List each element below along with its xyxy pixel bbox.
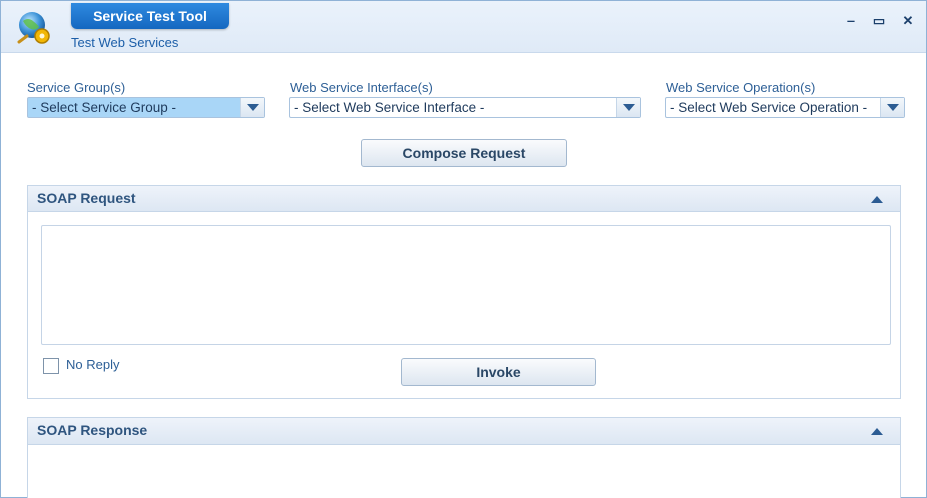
soap-request-title: SOAP Request bbox=[37, 190, 136, 206]
interface-select[interactable]: - Select Web Service Interface - bbox=[289, 97, 641, 118]
collapse-up-icon[interactable] bbox=[871, 428, 883, 435]
app-title: Service Test Tool bbox=[71, 3, 229, 29]
invoke-button[interactable]: Invoke bbox=[401, 358, 596, 386]
operation-label: Web Service Operation(s) bbox=[666, 80, 816, 95]
chevron-down-icon[interactable] bbox=[616, 98, 640, 117]
compose-request-button[interactable]: Compose Request bbox=[361, 139, 567, 167]
soap-response-title: SOAP Response bbox=[37, 422, 148, 438]
soap-request-header: SOAP Request bbox=[28, 186, 900, 212]
interface-value: - Select Web Service Interface - bbox=[294, 100, 485, 115]
service-group-label: Service Group(s) bbox=[27, 80, 126, 95]
collapse-up-icon[interactable] bbox=[871, 196, 883, 203]
no-reply-label: No Reply bbox=[66, 357, 120, 372]
title-bar: Service Test Tool Test Web Services ‒ ▭ … bbox=[1, 1, 926, 53]
soap-response-panel: SOAP Response bbox=[27, 417, 901, 498]
operation-select[interactable]: - Select Web Service Operation - bbox=[665, 97, 905, 118]
interface-label: Web Service Interface(s) bbox=[290, 80, 433, 95]
service-test-window: Service Test Tool Test Web Services ‒ ▭ … bbox=[0, 0, 927, 498]
no-reply-checkbox[interactable] bbox=[43, 358, 59, 374]
chevron-down-icon[interactable] bbox=[240, 98, 264, 117]
soap-request-editor[interactable] bbox=[41, 225, 891, 345]
globe-gear-icon bbox=[17, 12, 50, 44]
service-group-value: - Select Service Group - bbox=[32, 100, 177, 115]
soap-response-header: SOAP Response bbox=[28, 418, 900, 445]
maximize-button[interactable]: ▭ bbox=[871, 13, 887, 29]
operation-value: - Select Web Service Operation - bbox=[670, 100, 868, 115]
app-subtitle: Test Web Services bbox=[71, 35, 179, 50]
minimize-button[interactable]: ‒ bbox=[843, 13, 859, 29]
close-button[interactable]: ✕ bbox=[900, 13, 916, 29]
chevron-down-icon[interactable] bbox=[880, 98, 904, 117]
service-group-select[interactable]: - Select Service Group - bbox=[27, 97, 265, 118]
soap-request-panel: SOAP Request No Reply Invoke bbox=[27, 185, 901, 399]
